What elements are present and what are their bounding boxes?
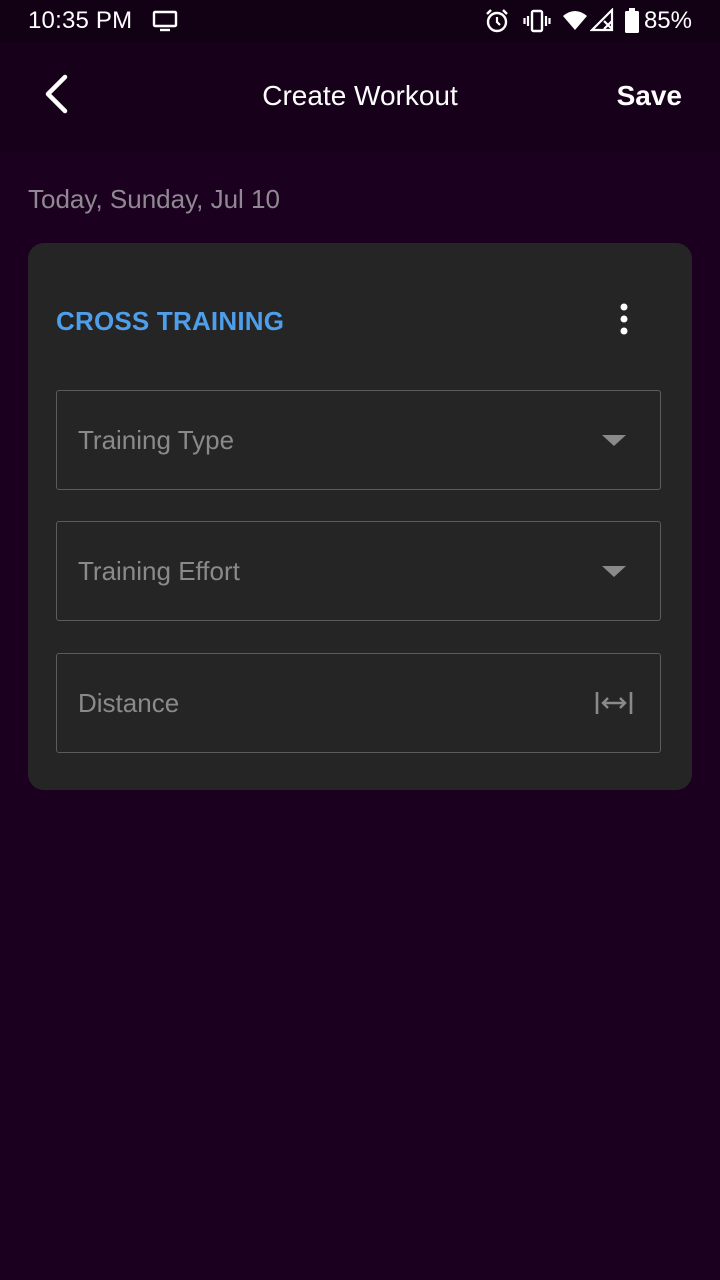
dropdown-arrow-icon (594, 556, 634, 586)
distance-icon (594, 688, 634, 718)
status-bar: 10:35 PM 85% (0, 0, 720, 42)
screen-cast-icon (152, 10, 178, 37)
date-label: Today, Sunday, Jul 10 (28, 184, 280, 214)
page-title: Create Workout (262, 80, 458, 111)
alarm-icon (484, 8, 510, 39)
battery-percentage: 85% (643, 7, 692, 34)
more-options-button[interactable] (612, 301, 636, 341)
more-vertical-icon (619, 303, 629, 340)
status-time: 10:35 PM (28, 7, 133, 34)
save-button[interactable]: Save (617, 80, 682, 112)
battery-icon (624, 8, 640, 39)
training-type-label: Training Type (78, 425, 235, 455)
app-bar: Create Workout Save (0, 42, 720, 152)
workout-type-title: CROSS TRAINING (56, 306, 285, 336)
wifi-icon (562, 8, 588, 37)
workout-card: CROSS TRAINING Training Type Training Ef… (28, 243, 692, 790)
training-effort-dropdown[interactable]: Training Effort (56, 521, 661, 621)
vibrate-icon (523, 8, 551, 39)
distance-label: Distance (78, 688, 180, 718)
training-type-dropdown[interactable]: Training Type (56, 390, 661, 490)
signal-icon (589, 7, 616, 37)
distance-field[interactable]: Distance (56, 653, 661, 753)
training-effort-label: Training Effort (78, 556, 240, 586)
dropdown-arrow-icon (594, 425, 634, 455)
